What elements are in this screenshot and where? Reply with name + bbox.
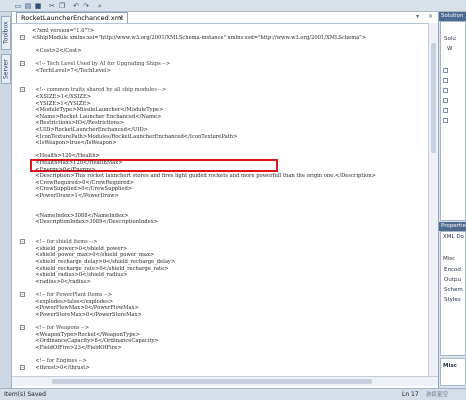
editor-vertical-scrollbar[interactable] — [428, 23, 438, 376]
status-bar: Item(s) Saved Ln 17 游民星空 — [0, 388, 466, 400]
code-line: <PowerStoreMax>0</PowerStoreMax> — [32, 311, 142, 318]
property-encoding[interactable]: Encod — [444, 267, 461, 273]
solution-item[interactable]: Solu — [444, 36, 456, 42]
editor-toolbar: ▭ ▤ ■ ✂ ❐ ↶ ↷ ⌕ — [0, 0, 466, 12]
vertical-scroll-thumb[interactable] — [431, 43, 436, 153]
line-number: Ln 17 — [402, 391, 419, 398]
fold-toggle-icon[interactable]: − — [20, 87, 25, 93]
code-line: <FieldOfFire>23</FieldOfFire> — [32, 344, 122, 351]
code-line: <DescriptionIndex>3089</DescriptionIndex… — [32, 219, 158, 226]
code-line: <radius>0</radius> — [32, 278, 91, 285]
code-line: <PowerDraw>1</PowerDraw> — [32, 193, 119, 199]
code-line: <IsWeapon>true</IsWeapon> — [32, 140, 117, 147]
properties-object-select[interactable]: XML Do — [443, 234, 464, 240]
close-tab-icon[interactable]: × — [118, 13, 124, 23]
toolbox-tab[interactable]: Toolbox — [1, 16, 11, 50]
fold-toggle-icon[interactable]: − — [20, 239, 25, 245]
solution-explorer[interactable]: Solu W — [440, 21, 466, 221]
code-line: <thrust>0</thrust> — [32, 364, 90, 371]
open-file-icon[interactable]: ▤ — [24, 2, 32, 10]
redo-icon[interactable]: ↷ — [82, 2, 90, 10]
undo-icon[interactable]: ↶ — [72, 2, 80, 10]
horizontal-scroll-thumb[interactable] — [52, 379, 372, 384]
site-watermark: 游民星空 — [426, 392, 449, 398]
properties-section-misc: Misc — [443, 256, 456, 262]
right-tool-panels: Solution Solu W Properties XML Do Misc E… — [438, 12, 466, 388]
document-tab[interactable]: RocketLauncherEnchanced.xml × — [16, 12, 128, 23]
tree-expand-icon[interactable] — [443, 108, 448, 113]
server-explorer-tab[interactable]: Server — [1, 54, 11, 84]
document-tab-title: RocketLauncherEnchanced.xml — [21, 14, 123, 22]
properties-grid[interactable]: XML Do Misc Encod Outpu Schem Styles — [440, 231, 466, 356]
left-tool-strip: Toolbox Server — [0, 12, 12, 388]
status-message: Item(s) Saved — [4, 391, 46, 398]
close-document-icon[interactable]: × — [428, 13, 433, 20]
fold-toggle-icon[interactable]: − — [20, 61, 25, 66]
property-description-title: Misc — [443, 363, 457, 369]
find-icon[interactable]: ⌕ — [96, 2, 104, 10]
fold-toggle-icon[interactable]: − — [20, 34, 25, 40]
editor-horizontal-scrollbar[interactable] — [12, 376, 438, 386]
fold-toggle-icon[interactable]: − — [20, 292, 25, 297]
property-description: Misc — [440, 358, 466, 386]
cut-icon[interactable]: ✂ — [48, 2, 56, 10]
save-icon[interactable]: ■ — [34, 2, 42, 10]
property-schemas[interactable]: Schem — [444, 287, 463, 293]
solution-explorer-title: Solution — [439, 12, 466, 21]
xml-editor[interactable]: <?xml version="1.0"?> <ShipModule xmlns:x… — [12, 23, 438, 376]
fold-toggle-icon[interactable]: − — [20, 364, 25, 370]
code-line: <Cost>2</Cost> — [32, 47, 82, 54]
properties-title: Properties — [439, 222, 466, 231]
property-stylesheet[interactable]: Styles — [444, 297, 461, 303]
copy-icon[interactable]: ❐ — [58, 2, 66, 10]
project-item[interactable]: W — [447, 46, 452, 52]
code-line: <TechLevel>7</TechLevel> — [32, 67, 111, 74]
tree-expand-icon[interactable] — [443, 78, 448, 83]
tree-expand-icon[interactable] — [443, 68, 448, 73]
tree-expand-icon[interactable] — [443, 98, 448, 103]
code-line: <ShipModule xmlns:xsi="http://www.w3.org… — [32, 34, 367, 41]
property-output[interactable]: Outpu — [444, 277, 461, 283]
fold-toggle-icon[interactable]: − — [20, 325, 25, 330]
tab-dropdown-icon[interactable]: ▾ — [416, 13, 419, 20]
new-file-icon[interactable]: ▭ — [14, 2, 22, 10]
tree-expand-icon[interactable] — [443, 88, 448, 93]
tree-expand-icon[interactable] — [443, 118, 448, 123]
